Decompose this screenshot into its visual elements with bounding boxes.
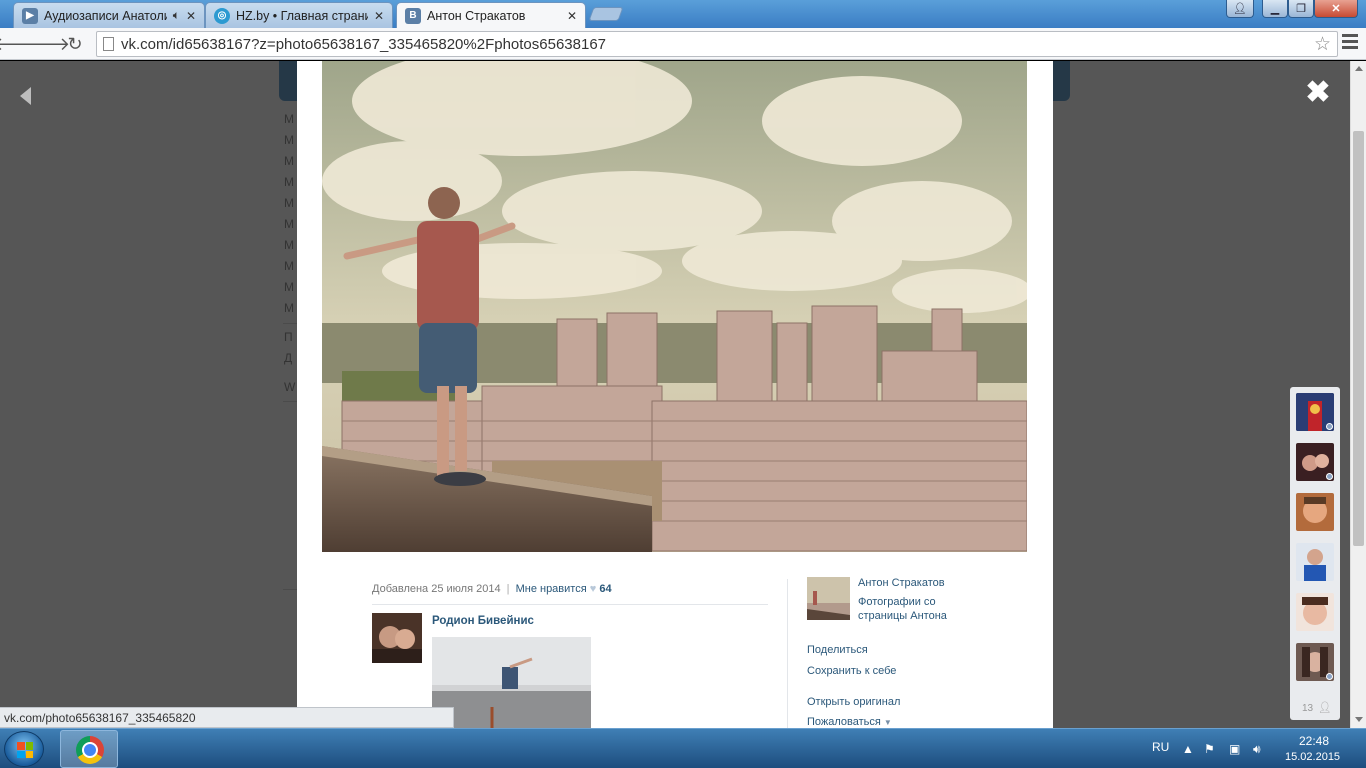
tab-title: Антон Стракатов xyxy=(427,8,526,23)
online-indicator xyxy=(1326,423,1333,430)
show-hidden-icons-icon[interactable]: ▲ xyxy=(1182,743,1196,755)
friends-count[interactable]: 13 👤︎ xyxy=(1302,701,1332,714)
restore-button[interactable]: ❐ xyxy=(1288,0,1314,18)
language-indicator[interactable]: RU xyxy=(1152,740,1169,754)
likes-count: 64 xyxy=(599,583,612,595)
comment-author[interactable]: Родион Бивейнис xyxy=(432,615,534,627)
person-icon: 👤︎ xyxy=(1317,702,1332,714)
divider xyxy=(372,604,768,605)
like-button[interactable]: Мне нравится xyxy=(516,583,587,595)
chrome-menu-button[interactable] xyxy=(1342,34,1358,54)
online-indicator xyxy=(1326,473,1333,480)
comment-photo[interactable] xyxy=(432,637,591,728)
rooftop-photo xyxy=(322,61,1027,552)
scroll-up-icon[interactable] xyxy=(1355,66,1363,71)
tab-close-icon[interactable]: ✕ xyxy=(374,9,384,23)
clock-time[interactable]: 22:48 xyxy=(1299,734,1329,748)
windows-taskbar: RU ▲ ⚑ ▣ 🔊︎ 22:48 15.02.2015 xyxy=(0,728,1366,768)
previous-photo-arrow-icon[interactable] xyxy=(20,87,31,105)
close-window-button[interactable]: ✕ xyxy=(1314,0,1358,18)
browser-toolbar: 🡐 🡒 ↻ vk.com/id65638167?z=photo65638167_… xyxy=(0,28,1366,60)
scroll-down-icon[interactable] xyxy=(1355,717,1363,722)
photo-viewer-card: Добавлена 25 июля 2014 | Мне нравится ♥ … xyxy=(297,61,1053,728)
chevron-down-icon: ▼ xyxy=(883,718,892,727)
friend-avatar-6[interactable] xyxy=(1296,643,1334,681)
address-bar[interactable]: vk.com/id65638167?z=photo65638167_335465… xyxy=(96,31,1338,57)
friends-count-value: 13 xyxy=(1302,703,1314,714)
action-center-icon[interactable]: ⚑ xyxy=(1204,743,1218,755)
start-button[interactable] xyxy=(4,731,44,767)
heart-icon[interactable]: ♥ xyxy=(590,583,597,595)
tab-anton[interactable]: B Антон Стракатов ✕ xyxy=(396,2,586,28)
report-link[interactable]: Пожаловаться ▼ xyxy=(807,716,892,728)
vk-favicon-icon: B xyxy=(405,7,421,24)
report-label: Пожаловаться xyxy=(807,716,881,728)
reload-icon: ↻ xyxy=(67,33,83,54)
page-viewport: М М М М М М М М М М П Д W ✖ Добавлена 25… xyxy=(0,61,1350,728)
scroll-thumb[interactable] xyxy=(1353,131,1364,546)
avatar-image xyxy=(1296,543,1334,581)
divider xyxy=(283,401,297,402)
volume-icon[interactable]: 🔊︎ xyxy=(1253,743,1267,755)
avatar-image xyxy=(372,613,422,663)
forward-button[interactable]: 🡒 xyxy=(22,33,70,55)
browser-titlebar: ▶ Аудиозаписи Анатолия 🔈︎ ✕ ◎ HZ.by • Гл… xyxy=(0,0,1366,28)
added-date: Добавлена 25 июля 2014 xyxy=(372,583,501,595)
open-original-link[interactable]: Открыть оригинал xyxy=(807,696,900,708)
profile-button[interactable]: 👤︎ xyxy=(1226,0,1254,18)
page-icon xyxy=(103,37,114,51)
tab-audio[interactable]: ▶ Аудиозаписи Анатолия 🔈︎ ✕ xyxy=(13,2,205,28)
photo-info: Добавлена 25 июля 2014 | Мне нравится ♥ … xyxy=(372,583,612,595)
info-separator: | xyxy=(506,583,510,595)
minimize-button[interactable]: ▁ xyxy=(1262,0,1288,18)
network-icon[interactable]: ▣ xyxy=(1229,743,1243,755)
clock-date[interactable]: 15.02.2015 xyxy=(1285,751,1340,763)
tab-close-icon[interactable]: ✕ xyxy=(567,9,577,23)
album-name[interactable]: Фотографии со страницы Антона xyxy=(858,595,968,623)
tab-close-icon[interactable]: ✕ xyxy=(186,9,196,23)
divider xyxy=(787,579,788,728)
divider xyxy=(283,589,297,590)
friend-avatar-3[interactable] xyxy=(1296,493,1334,531)
album-thumbnail[interactable] xyxy=(807,577,850,620)
tab-hz[interactable]: ◎ HZ.by • Главная страница ✕ xyxy=(205,2,393,28)
friend-avatar-5[interactable] xyxy=(1296,593,1334,631)
share-link[interactable]: Поделиться xyxy=(807,644,868,656)
friend-avatar-2[interactable] xyxy=(1296,443,1334,481)
person-icon: 👤︎ xyxy=(1233,3,1247,15)
thumbnail-image xyxy=(807,577,850,620)
bookmark-star-icon[interactable]: ☆ xyxy=(1314,33,1331,56)
hz-favicon-icon: ◎ xyxy=(214,7,230,24)
avatar-image xyxy=(1296,493,1334,531)
close-viewer-icon[interactable]: ✖ xyxy=(1304,78,1332,108)
friends-online-bar: 13 👤︎ xyxy=(1290,387,1340,720)
minimize-icon: ▁ xyxy=(1270,3,1280,15)
comment-avatar[interactable] xyxy=(372,613,422,663)
avatar-image xyxy=(1296,593,1334,631)
arrow-right-icon: 🡒 xyxy=(21,33,71,54)
new-tab-button[interactable] xyxy=(588,7,624,21)
friend-avatar-1[interactable] xyxy=(1296,393,1334,431)
page-scrollbar[interactable] xyxy=(1350,61,1366,728)
save-link[interactable]: Сохранить к себе xyxy=(807,665,896,677)
address-text: vk.com/id65638167?z=photo65638167_335465… xyxy=(121,35,607,53)
comment-image xyxy=(432,637,591,728)
status-bubble: vk.com/photo65638167_335465820 xyxy=(0,707,454,728)
album-author[interactable]: Антон Стракатов xyxy=(858,577,945,589)
chrome-icon xyxy=(76,736,104,764)
restore-icon: ❐ xyxy=(1296,3,1306,15)
speaker-icon: 🔈︎ xyxy=(172,8,180,22)
online-indicator xyxy=(1326,673,1333,680)
vk-favicon-icon: ▶ xyxy=(22,7,38,24)
tab-title: HZ.by • Главная страница xyxy=(236,8,368,23)
windows-logo-icon xyxy=(17,742,33,758)
friend-avatar-4[interactable] xyxy=(1296,543,1334,581)
taskbar-chrome-button[interactable] xyxy=(60,730,118,768)
close-icon: ✕ xyxy=(1331,3,1341,15)
divider xyxy=(283,323,297,324)
main-photo[interactable] xyxy=(322,61,1027,552)
reload-button[interactable]: ↻ xyxy=(64,33,86,55)
tab-title: Аудиозаписи Анатолия xyxy=(44,8,167,23)
